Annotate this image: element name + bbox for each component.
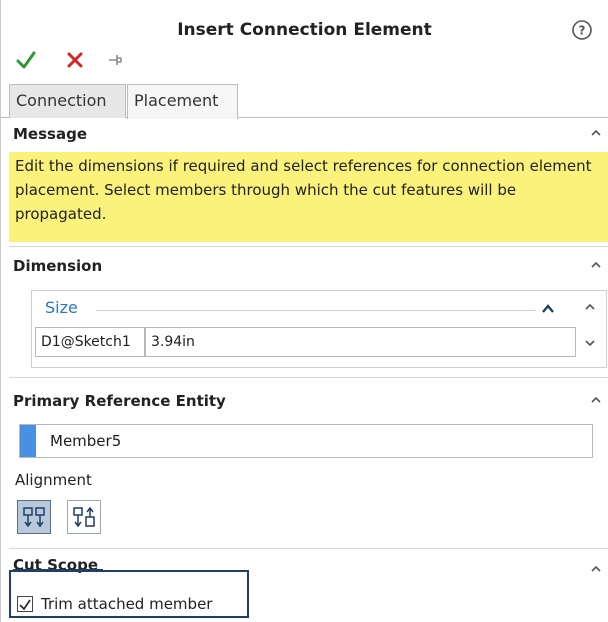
selection-color-swatch xyxy=(20,425,36,457)
tab-bar: Connection Placement xyxy=(1,84,608,119)
checkbox-check-icon xyxy=(19,599,31,611)
message-header-label: Message xyxy=(13,125,87,143)
primary-reference-selection-box[interactable]: Member5 xyxy=(19,424,593,458)
dimension-value-cell[interactable]: 3.94in xyxy=(145,327,576,357)
collapse-chevron-icon[interactable] xyxy=(589,258,603,272)
collapse-chevron-icon[interactable] xyxy=(589,393,603,407)
scroll-down-icon[interactable] xyxy=(583,336,597,350)
checkmark-icon[interactable] xyxy=(15,49,37,71)
section-divider xyxy=(9,548,608,549)
collapse-chevron-icon[interactable] xyxy=(589,126,603,140)
align-offset-icon xyxy=(73,506,95,528)
dialog-title: Insert Connection Element xyxy=(177,20,432,40)
pushpin-icon[interactable] xyxy=(107,52,125,68)
size-group-label[interactable]: Size xyxy=(45,298,78,317)
trim-attached-member-checkbox[interactable] xyxy=(17,596,33,612)
scroll-up-icon[interactable] xyxy=(583,300,597,314)
collapse-chevron-icon[interactable] xyxy=(589,562,603,576)
section-divider xyxy=(9,246,608,247)
message-section-header[interactable]: Message xyxy=(9,118,608,150)
primary-reference-section-header[interactable]: Primary Reference Entity xyxy=(9,385,608,417)
tab-connection[interactable]: Connection xyxy=(9,84,126,118)
close-icon[interactable] xyxy=(65,50,85,70)
alignment-label: Alignment xyxy=(15,471,92,489)
dimension-section-header[interactable]: Dimension xyxy=(9,250,608,282)
size-group-rule xyxy=(96,310,536,311)
trim-attached-member-label[interactable]: Trim attached member xyxy=(41,595,212,613)
primary-reference-value: Member5 xyxy=(50,432,122,450)
message-text: Edit the dimensions if required and sele… xyxy=(9,152,608,242)
svg-text:?: ? xyxy=(579,24,586,38)
align-center-icon xyxy=(23,507,45,528)
primary-reference-header-label: Primary Reference Entity xyxy=(13,392,226,410)
help-icon[interactable]: ? xyxy=(570,18,594,42)
dimension-name-cell: D1@Sketch1 xyxy=(35,327,145,357)
chevron-up-icon[interactable] xyxy=(541,302,555,316)
alignment-option-2-button[interactable] xyxy=(67,500,101,534)
dimension-header-label: Dimension xyxy=(13,257,103,275)
tab-placement[interactable]: Placement xyxy=(127,84,238,119)
section-divider xyxy=(9,377,608,378)
property-manager-panel: Insert Connection Element ? Connection P… xyxy=(0,0,608,622)
alignment-option-1-button[interactable] xyxy=(17,500,51,534)
